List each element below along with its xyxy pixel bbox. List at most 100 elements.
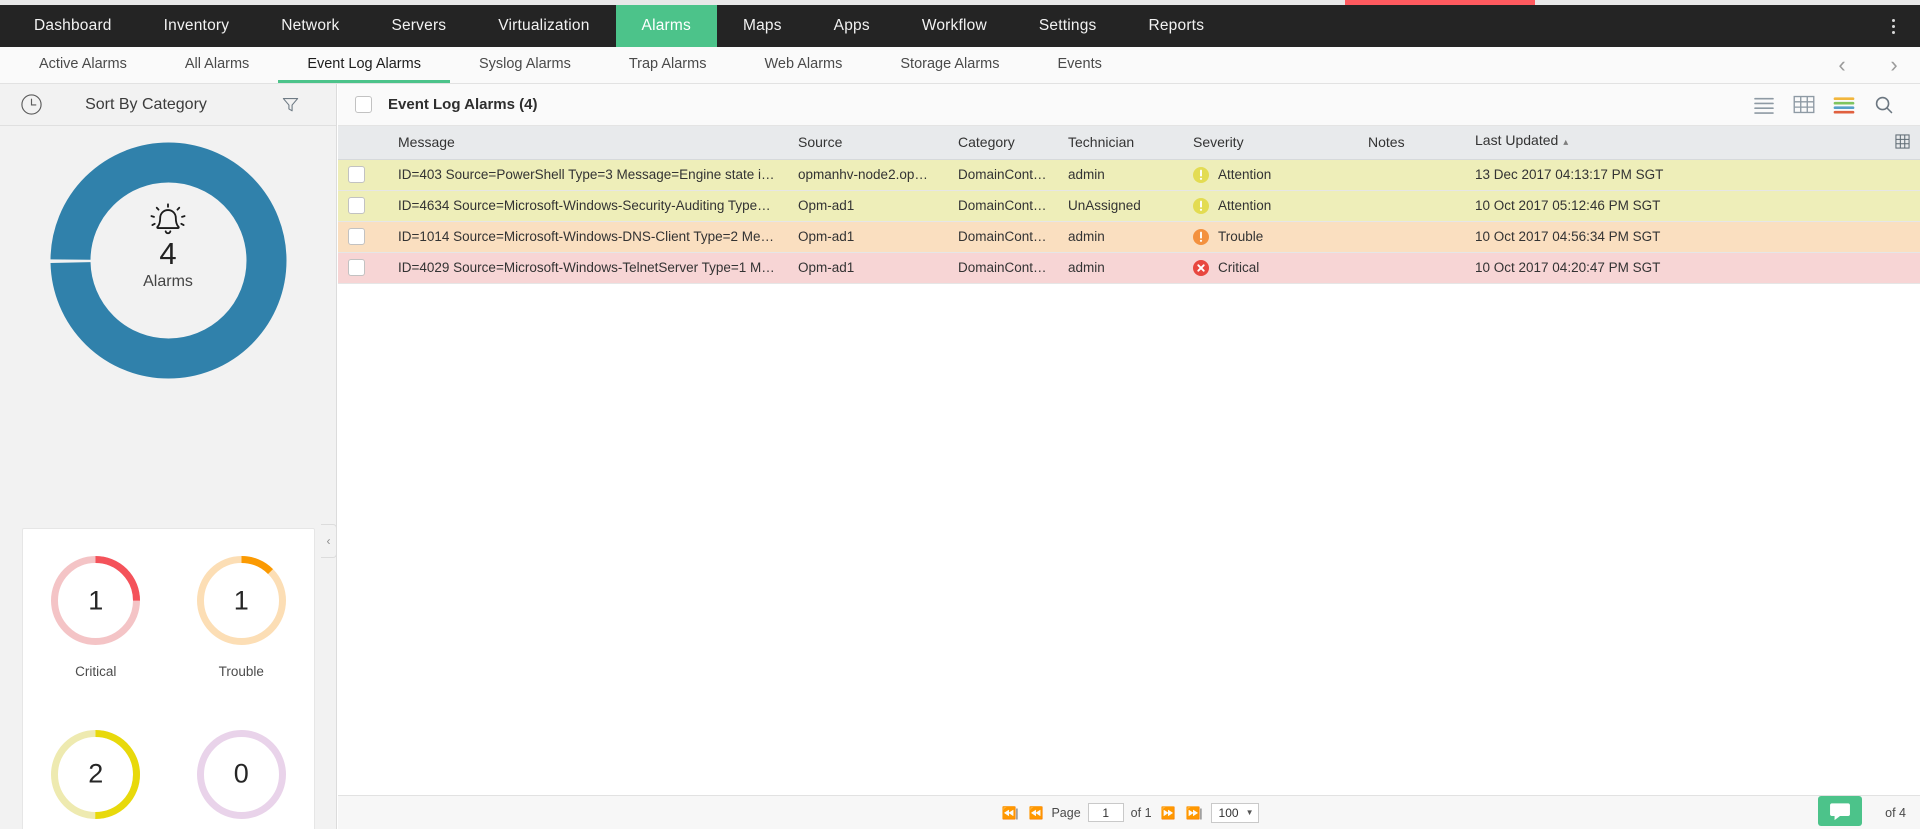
column-header-notes[interactable]: Notes [1358,126,1465,159]
donut-ring: 1 [47,552,144,649]
row-checkbox[interactable] [348,228,365,245]
severity-label: Attention [1218,198,1271,213]
alarm-bell-icon [0,201,336,246]
filter-icon[interactable] [281,95,300,119]
page-number-input[interactable] [1088,803,1124,822]
subnav-item-event-log-alarms[interactable]: Event Log Alarms [278,47,450,83]
row-checkbox-cell [338,159,388,190]
sidebar-collapse-toggle[interactable]: ‹ [321,524,337,558]
table-row[interactable]: ID=4634 Source=Microsoft-Windows-Securit… [338,190,1920,221]
nav-item-settings[interactable]: Settings [1013,5,1123,47]
secondary-navigation: Active AlarmsAll AlarmsEvent Log AlarmsS… [0,47,1920,84]
alarms-donut-svg [27,138,310,383]
cell-severity: Attention [1183,159,1358,190]
last-page-icon[interactable]: ⏩| [1183,806,1203,820]
record-count-label: of 4 [1885,806,1906,820]
donut-label: Critical [75,664,116,679]
grid-settings-icon[interactable] [1895,134,1910,152]
column-header-label: Category [958,134,1015,150]
cell-category: DomainControl... [948,159,1058,190]
subnav-item-trap-alarms[interactable]: Trap Alarms [600,47,736,83]
cell-technician: UnAssigned [1058,190,1183,221]
nav-item-apps[interactable]: Apps [808,5,896,47]
donut-count: 1 [193,585,290,616]
donut-count: 2 [47,759,144,790]
column-header-category[interactable]: Category [948,126,1058,159]
chevron-left-icon[interactable]: ‹ [1816,47,1868,83]
cell-category: DomainControl... [948,190,1058,221]
row-checkbox[interactable] [348,166,365,183]
severity-donut-service-down[interactable]: 0Service Down [169,703,315,829]
more-vertical-icon[interactable] [1872,5,1914,47]
cell-last-updated: 10 Oct 2017 05:12:46 PM SGT [1465,190,1920,221]
column-view-icon[interactable] [1824,84,1864,126]
severity-donut-attention[interactable]: 2Attention [23,703,169,829]
page-size-select[interactable]: 100 ▼ [1211,803,1259,823]
subnav-item-events[interactable]: Events [1029,47,1131,83]
table-row[interactable]: ID=403 Source=PowerShell Type=3 Message=… [338,159,1920,190]
alarms-list-title: Event Log Alarms (4) [388,96,537,113]
nav-item-dashboard[interactable]: Dashboard [8,5,138,47]
subnav-item-syslog-alarms[interactable]: Syslog Alarms [450,47,600,83]
cell-source: Opm-ad1 [788,190,948,221]
severity-label: Trouble [1218,229,1263,244]
subnav-spacer [1131,47,1816,83]
nav-item-servers[interactable]: Servers [365,5,472,47]
alarms-table-body: ID=403 Source=PowerShell Type=3 Message=… [338,159,1920,283]
alarms-summary-donut[interactable]: 4 Alarms [0,126,336,398]
severity-label: Critical [1218,260,1259,275]
nav-item-alarms[interactable]: Alarms [616,5,717,47]
row-checkbox-cell [338,252,388,283]
subnav-item-storage-alarms[interactable]: Storage Alarms [871,47,1028,83]
nav-item-virtualization[interactable]: Virtualization [472,5,615,47]
clock-icon[interactable] [20,93,43,121]
column-header-technician[interactable]: Technician [1058,126,1183,159]
chevron-down-icon: ▼ [1246,808,1254,817]
subnav-item-web-alarms[interactable]: Web Alarms [735,47,871,83]
progress-fill [1345,0,1535,5]
nav-item-workflow[interactable]: Workflow [896,5,1013,47]
cell-source: Opm-ad1 [788,221,948,252]
page-load-progress [0,0,1920,5]
cell-notes [1358,252,1465,283]
chevron-right-icon[interactable]: › [1868,47,1920,83]
row-checkbox[interactable] [348,259,365,276]
prev-page-icon[interactable]: ⏪ [1027,806,1045,820]
severity-donut-trouble[interactable]: 1Trouble [169,529,315,703]
column-header-severity[interactable]: Severity [1183,126,1358,159]
nav-item-inventory[interactable]: Inventory [138,5,256,47]
severity-donut-critical[interactable]: 1 Critical [23,529,169,703]
table-row[interactable]: ID=1014 Source=Microsoft-Windows-DNS-Cli… [338,221,1920,252]
page-size-value: 100 [1219,806,1239,820]
select-all-checkbox[interactable] [355,96,372,113]
cell-last-updated: 10 Oct 2017 04:56:34 PM SGT [1465,221,1920,252]
nav-item-maps[interactable]: Maps [717,5,808,47]
cell-category: DomainControl... [948,221,1058,252]
table-row[interactable]: ID=4029 Source=Microsoft-Windows-TelnetS… [338,252,1920,283]
donut-count: 1 [47,585,144,616]
list-view-icon[interactable] [1744,84,1784,126]
nav-item-network[interactable]: Network [255,5,365,47]
column-header-source[interactable]: Source [788,126,948,159]
next-page-icon[interactable]: ⏩ [1159,806,1177,820]
alarms-table: MessageSource Category TechnicianSeverityN… [338,126,1920,284]
alarms-sidebar: Sort By Category 4 [0,84,337,829]
pagination-bar: ⏪| ⏪ Page of 1 ⏩ ⏩| 100 ▼ of 4 [338,795,1920,829]
cell-message: ID=1014 Source=Microsoft-Windows-DNS-Cli… [388,221,788,252]
table-view-icon[interactable] [1784,84,1824,126]
row-checkbox[interactable] [348,197,365,214]
column-header-last-updated[interactable]: Last Updated▴ [1465,126,1920,159]
cell-message: ID=403 Source=PowerShell Type=3 Message=… [388,159,788,190]
subnav-item-active-alarms[interactable]: Active Alarms [10,47,156,83]
first-page-icon[interactable]: ⏪| [999,806,1019,820]
critical-severity-icon [1193,260,1209,276]
cell-category: DomainControl... [948,252,1058,283]
cell-technician: admin [1058,221,1183,252]
cell-notes [1358,159,1465,190]
chat-icon[interactable] [1818,796,1862,826]
severity-label: Attention [1218,167,1271,182]
column-header-message[interactable]: Message [388,126,788,159]
nav-item-reports[interactable]: Reports [1122,5,1230,47]
search-icon[interactable] [1864,84,1904,126]
subnav-item-all-alarms[interactable]: All Alarms [156,47,278,83]
